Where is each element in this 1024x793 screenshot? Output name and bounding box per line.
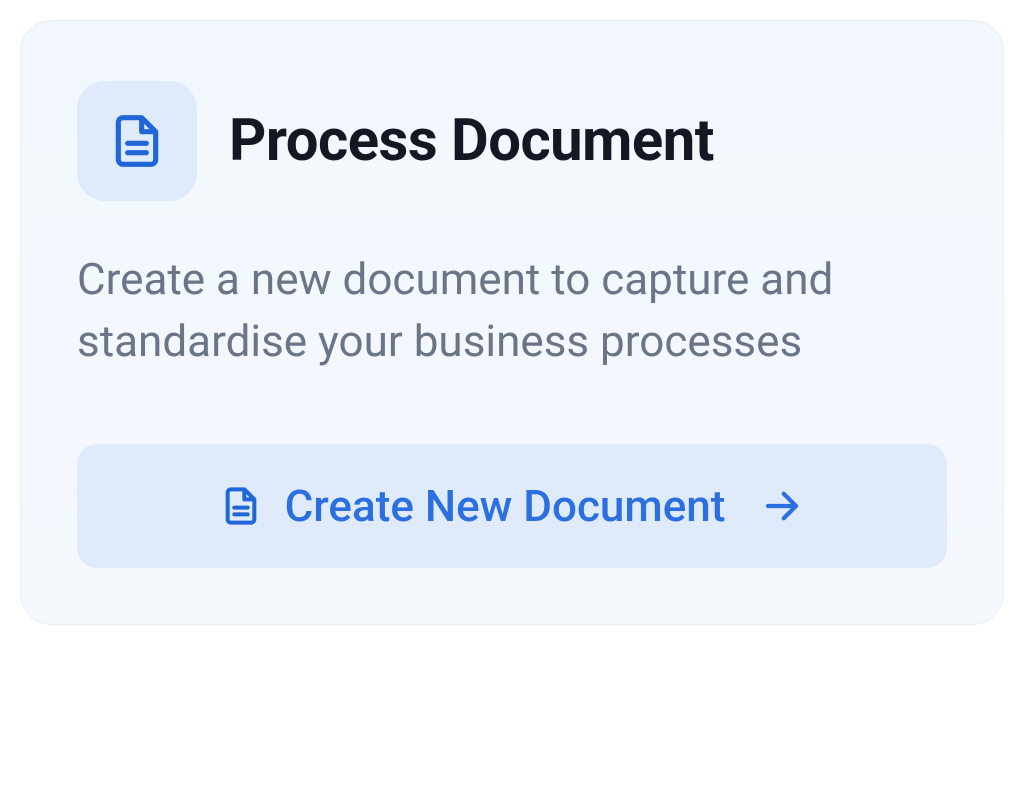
document-icon: [221, 486, 261, 526]
process-document-card: Process Document Create a new document t…: [20, 20, 1004, 625]
card-description: Create a new document to capture and sta…: [77, 249, 947, 372]
card-title: Process Document: [229, 107, 714, 175]
document-icon: [109, 113, 165, 169]
cta-label: Create New Document: [285, 480, 726, 532]
document-icon-badge: [77, 81, 197, 201]
arrow-right-icon: [761, 485, 803, 527]
card-header: Process Document: [77, 81, 947, 201]
create-new-document-button[interactable]: Create New Document: [77, 444, 947, 568]
